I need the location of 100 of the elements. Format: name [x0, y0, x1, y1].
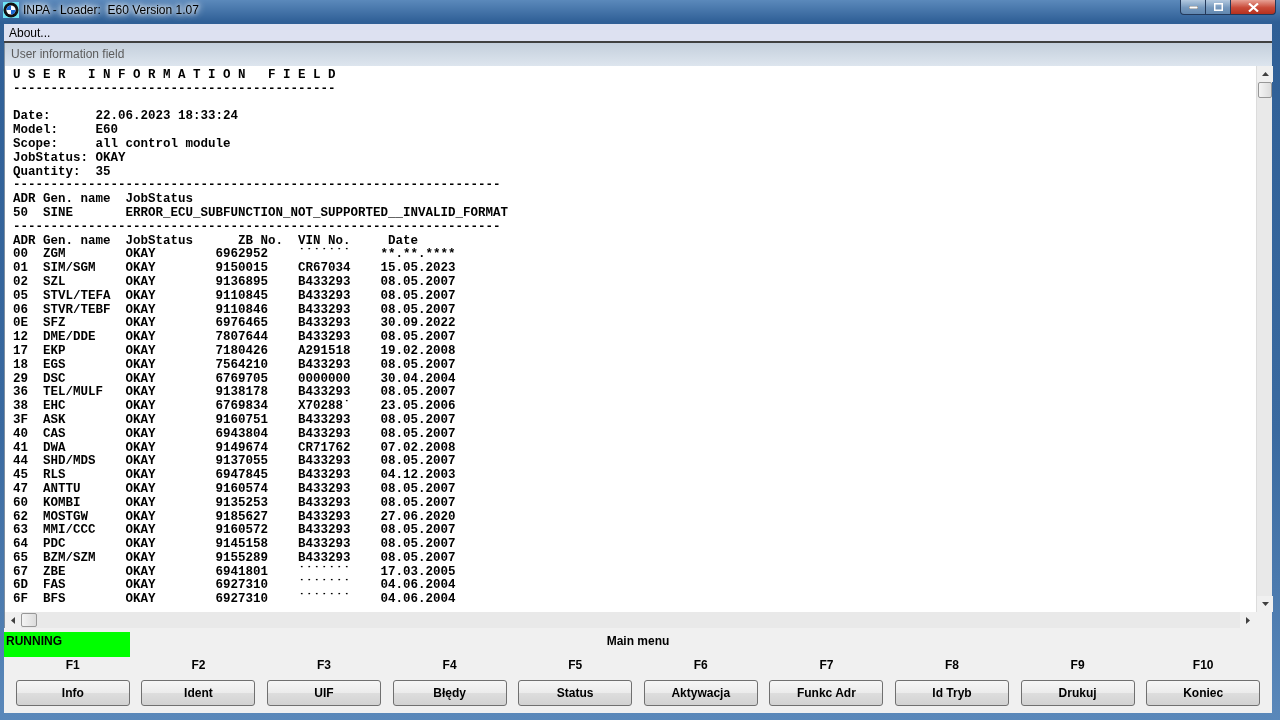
table-cell: OKAY	[125, 289, 156, 304]
table-cell: 7807644	[215, 331, 268, 345]
table-cell: SIM/SGM	[43, 262, 96, 276]
table-cell: 17	[13, 344, 28, 359]
table-cell-text: 00	[13, 248, 28, 262]
table-cell: 19.02.2008	[380, 344, 456, 359]
table-cell-text: STVR/TEBF	[43, 303, 111, 317]
table-cell: 6947845	[215, 469, 268, 483]
table-cell: 47	[13, 482, 28, 497]
table-cell: OKAY	[125, 538, 156, 552]
table-cell-text: 63	[13, 524, 28, 538]
function-button[interactable]: Aktywacja	[643, 680, 758, 706]
table-cell-text: OKAY	[125, 386, 156, 400]
caret-left-icon	[11, 616, 15, 624]
table-cell: X70288˙	[298, 400, 351, 414]
table-cell: 08.05.2007	[380, 413, 456, 428]
table-cell: EKP	[43, 344, 66, 359]
column-header: VIN No.	[298, 234, 351, 248]
table-cell: OKAY	[125, 262, 156, 276]
table-cell-text: 67	[13, 565, 28, 579]
table-cell: CR67034	[298, 262, 351, 276]
table-cell-text: 06	[13, 303, 28, 317]
table-cell-text: OKAY	[125, 317, 156, 331]
table-cell: 08.05.2007	[380, 358, 456, 373]
table-cell: BFS	[43, 593, 66, 608]
table-cell-text: 08.05.2007	[380, 386, 456, 400]
table-cell: B433293	[298, 538, 351, 552]
table-cell: OKAY	[125, 427, 156, 442]
table-cell: OKAY	[125, 469, 156, 483]
function-button[interactable]: Id Tryb	[895, 680, 1009, 706]
table-cell-text: OKAY	[125, 303, 156, 317]
table-cell: 64	[13, 538, 28, 552]
table-cell: SINE	[43, 206, 73, 221]
table-cell-text: 29	[13, 372, 28, 386]
function-button[interactable]: Info	[15, 680, 130, 706]
table-cell-text: 6769705	[215, 372, 268, 386]
table-cell-text: FAS	[43, 579, 66, 593]
function-button[interactable]: Błędy	[392, 680, 507, 706]
table-cell: 08.05.2007	[380, 496, 456, 511]
table-cell: 6769834	[215, 400, 268, 414]
minimize-button[interactable]	[1180, 0, 1206, 15]
scrollbar-thumb[interactable]	[21, 613, 37, 627]
status-indicator: RUNNING	[4, 632, 130, 657]
table-cell: B433293	[298, 469, 351, 483]
table-cell: OKAY	[125, 400, 156, 414]
table-cell-text: SFZ	[43, 317, 66, 331]
table-cell: RLS	[43, 469, 66, 483]
table-cell-text: OKAY	[125, 565, 156, 579]
table-cell: 6927310	[215, 593, 268, 608]
function-button[interactable]: Koniec	[1146, 680, 1261, 706]
table-cell-text: 08.05.2007	[380, 303, 456, 317]
table-cell: OKAY	[125, 496, 156, 511]
table-cell: 02	[13, 275, 28, 290]
table-cell: 05	[13, 289, 28, 304]
field-label: Quantity:	[13, 165, 81, 180]
close-button[interactable]	[1231, 0, 1276, 15]
table-cell: B433293	[298, 482, 351, 497]
key-label: F6	[693, 658, 708, 672]
table-cell-text: B433293	[298, 455, 351, 469]
table-cell: OKAY	[125, 358, 156, 373]
table-cell: 45	[13, 469, 28, 483]
maximize-button[interactable]	[1206, 0, 1231, 15]
key-label: F8	[945, 658, 959, 672]
table-cell: B433293	[298, 275, 351, 290]
table-cell: 9155289	[215, 551, 268, 566]
table-cell-text: 0000000	[298, 372, 351, 386]
table-cell: 08.05.2007	[380, 331, 456, 345]
table-cell: OKAY	[125, 593, 156, 608]
menu-item[interactable]: About...	[4, 24, 56, 41]
maximize-icon	[1213, 3, 1223, 11]
table-cell: 04.06.2004	[380, 593, 456, 608]
table-cell: 9110845	[215, 289, 268, 304]
function-button[interactable]: Drukuj	[1020, 680, 1135, 706]
table-cell: EGS	[43, 358, 66, 373]
table-cell: OKAY	[125, 275, 156, 290]
column-header: JobStatus	[125, 234, 193, 248]
scroll-down-button[interactable]	[1257, 596, 1273, 612]
caret-down-icon	[1261, 602, 1269, 606]
field-label: Scope:	[13, 138, 58, 152]
table-cell-text: 27.06.2020	[380, 510, 456, 524]
table-cell: ANTTU	[43, 482, 81, 497]
scroll-up-button[interactable]	[1257, 66, 1273, 82]
table-cell: 9160574	[215, 482, 268, 497]
table-cell-text: 9149674	[215, 441, 268, 455]
function-button[interactable]: Funkc Adr	[769, 680, 884, 706]
function-button[interactable]: Ident	[141, 680, 256, 706]
function-button[interactable]: UIF	[267, 680, 381, 706]
table-cell: CAS	[43, 427, 66, 442]
table-cell: 08.05.2007	[380, 289, 456, 304]
table-cell-text: SHD/MDS	[43, 455, 96, 469]
scrollbar-thumb[interactable]	[1258, 82, 1272, 98]
table-cell-text: 30.09.2022	[380, 317, 456, 331]
table-cell-text: 36	[13, 386, 28, 400]
table-cell: SZL	[43, 275, 66, 290]
table-cell: 7180426	[215, 344, 268, 359]
table-cell-text: B433293	[298, 524, 351, 538]
minimize-icon	[1188, 5, 1198, 9]
scroll-left-button[interactable]	[5, 612, 21, 628]
table-cell: B433293	[298, 358, 351, 373]
function-button[interactable]: Status	[518, 680, 633, 706]
